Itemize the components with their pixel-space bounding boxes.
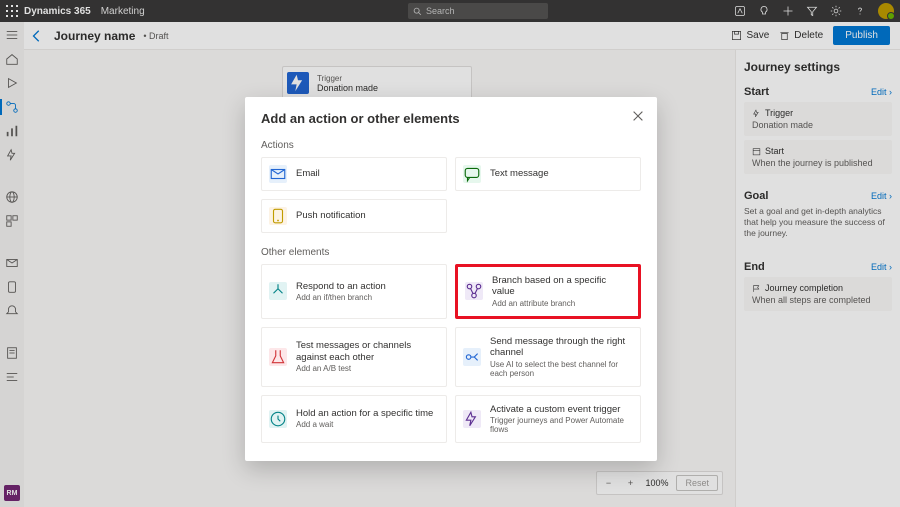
- modal-title: Add an action or other elements: [261, 111, 641, 126]
- add-action-modal: Add an action or other elements Actions …: [245, 97, 657, 461]
- tile-push-notification[interactable]: Push notification: [261, 199, 447, 233]
- tile-text-message[interactable]: Text message: [455, 157, 641, 191]
- tile-hold-action[interactable]: Hold an action for a specific time Add a…: [261, 395, 447, 443]
- tile-custom-event[interactable]: Activate a custom event trigger Trigger …: [455, 395, 641, 443]
- branch-icon: [269, 282, 287, 300]
- group-actions-label: Actions: [261, 140, 641, 151]
- tile-ab-test[interactable]: Test messages or channels against each o…: [261, 327, 447, 387]
- tile-branch-value[interactable]: Branch based on a specific value Add an …: [455, 264, 641, 319]
- tile-ai-channel[interactable]: Send message through the right channel U…: [455, 327, 641, 387]
- attribute-branch-icon: [465, 282, 483, 300]
- ab-test-icon: [269, 348, 287, 366]
- group-other-label: Other elements: [261, 247, 641, 258]
- clock-icon: [269, 410, 287, 428]
- custom-event-icon: [463, 410, 481, 428]
- sms-icon: [463, 165, 481, 183]
- close-button[interactable]: [631, 109, 645, 123]
- tile-email[interactable]: Email: [261, 157, 447, 191]
- mail-icon: [269, 165, 287, 183]
- tile-respond-action[interactable]: Respond to an action Add an if/then bran…: [261, 264, 447, 319]
- ai-channel-icon: [463, 348, 481, 366]
- push-icon: [269, 207, 287, 225]
